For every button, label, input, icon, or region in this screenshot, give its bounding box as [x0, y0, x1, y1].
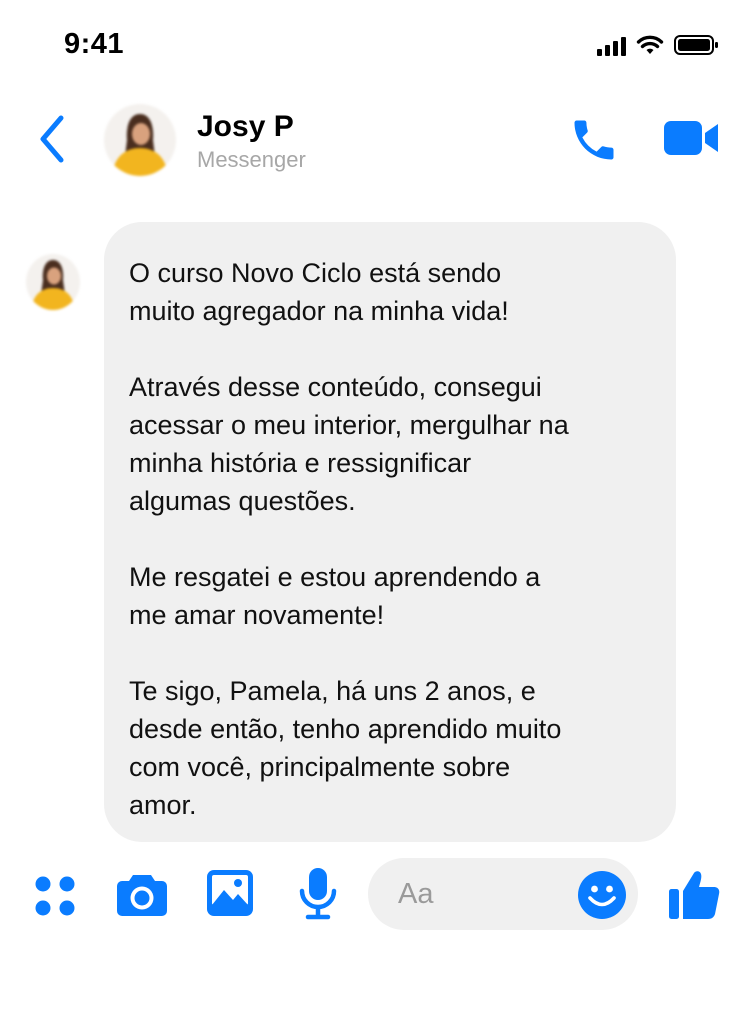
- contact-avatar[interactable]: [104, 104, 176, 176]
- contact-subtitle: Messenger: [197, 147, 306, 172]
- cellular-signal-icon: [597, 34, 626, 56]
- microphone-icon[interactable]: [298, 867, 338, 921]
- like-thumbs-up-icon[interactable]: [668, 867, 720, 921]
- message-paragraph: O curso Novo Ciclo está sendo muito agre…: [129, 258, 509, 326]
- apps-icon[interactable]: [34, 875, 76, 917]
- status-icons: [597, 34, 720, 56]
- message-bubble[interactable]: O curso Novo Ciclo está sendo muito agre…: [104, 222, 676, 842]
- battery-icon: [674, 35, 718, 55]
- contact-name[interactable]: Josy P: [197, 110, 294, 144]
- emoji-icon[interactable]: [577, 870, 627, 920]
- status-time: 9:41: [64, 28, 125, 60]
- message-paragraph: Através desse conteúdo, consegui acessar…: [129, 372, 569, 516]
- message-sender-avatar[interactable]: [26, 254, 80, 310]
- video-call-icon[interactable]: [662, 118, 720, 158]
- camera-icon[interactable]: [116, 871, 168, 917]
- gallery-icon[interactable]: [206, 869, 254, 917]
- avatar-photo-small: [26, 254, 80, 310]
- avatar-photo: [104, 104, 176, 176]
- wifi-icon: [636, 35, 664, 54]
- phone-call-icon[interactable]: [568, 114, 620, 166]
- status-bar: 9:41: [0, 0, 750, 90]
- chat-header: Josy P Messenger: [0, 90, 750, 200]
- back-chevron-icon[interactable]: [34, 112, 70, 166]
- message-paragraph: Te sigo, Pamela, há uns 2 anos, e desde …: [129, 676, 562, 820]
- message-composer: [0, 855, 750, 935]
- message-paragraph: Me resgatei e estou aprendendo a me amar…: [129, 562, 541, 630]
